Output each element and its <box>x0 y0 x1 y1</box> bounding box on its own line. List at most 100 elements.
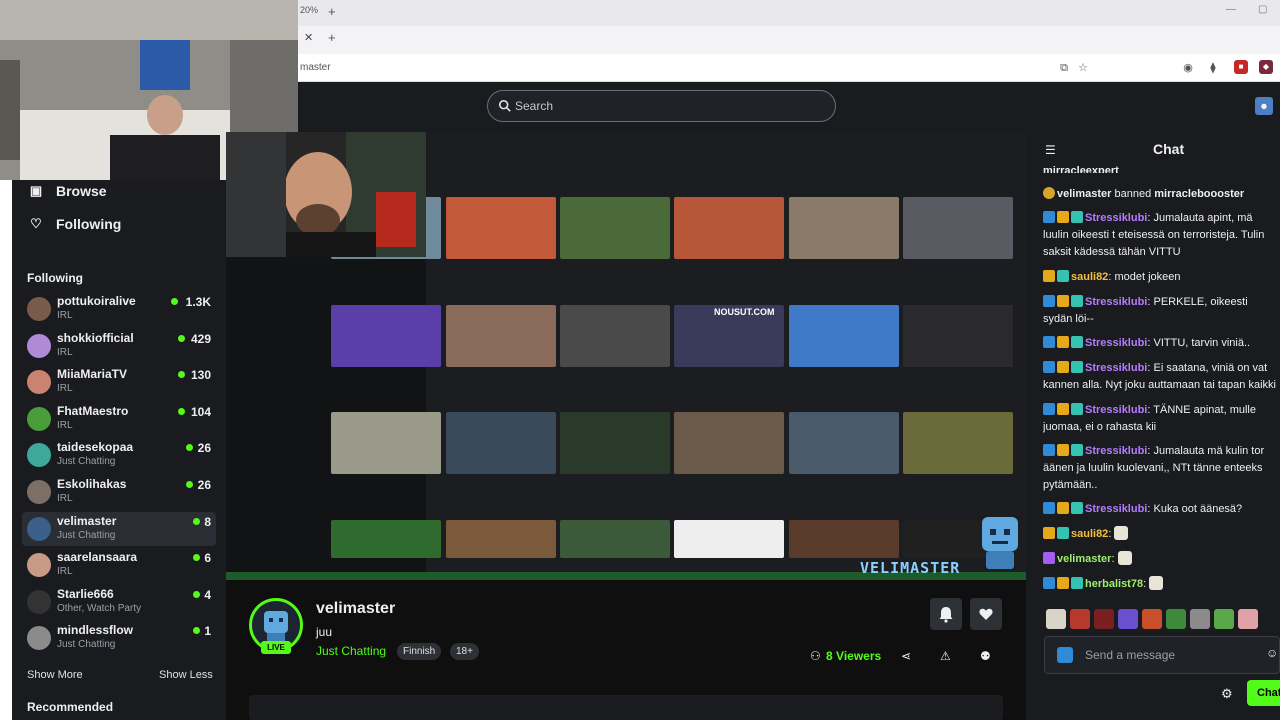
nav-following[interactable]: ♡ Following <box>28 214 121 234</box>
live-dot-icon <box>185 481 193 488</box>
tag-finnish[interactable]: Finnish <box>397 643 442 660</box>
chat-message-input[interactable] <box>1085 637 1265 673</box>
chat-badge-icon <box>1071 502 1083 514</box>
chat-settings-gear-icon[interactable]: ⚙ <box>1221 686 1233 702</box>
chat-message: sauli82: <box>1043 526 1280 543</box>
chat-username[interactable]: sauli82 <box>1071 271 1108 283</box>
channel-avatar <box>27 589 51 614</box>
chat-username[interactable]: Stressiklubi <box>1085 445 1147 457</box>
chat-username[interactable]: sauli82 <box>1071 528 1108 540</box>
streamer-name[interactable]: velimaster <box>316 600 395 618</box>
live-dot-icon <box>192 627 200 635</box>
user-avatar-icon[interactable]: ☻ <box>1255 97 1273 115</box>
chat-badge-icon <box>1043 336 1055 348</box>
emote-grey-icon[interactable] <box>1190 609 1210 629</box>
live-dot-icon <box>178 371 186 379</box>
minimize-icon[interactable]: — <box>1226 4 1236 15</box>
chat-ban-notice: mirracleexpert <box>1043 163 1280 173</box>
chat-username[interactable]: velimaster <box>1057 188 1111 200</box>
sidebar-channel-taidesekopaa[interactable]: taidesekopaa Just Chatting 26 <box>22 438 216 472</box>
restore-icon[interactable]: ▢ <box>1258 4 1267 15</box>
channel-name: pottukoiralive <box>57 294 136 308</box>
sidebar-channel-mindlessflow[interactable]: mindlessflow Just Chatting 1 <box>22 621 216 655</box>
close-tab-icon[interactable]: ✕ <box>304 31 313 44</box>
emote-orange-face-icon[interactable] <box>1142 609 1162 629</box>
sidebar-channel-fhatmaestro[interactable]: FhatMaestro IRL 104 <box>22 402 216 436</box>
chat-message: Stressiklubi: Jumalauta mä kulin tor ään… <box>1043 444 1265 491</box>
channel-name: shokkiofficial <box>57 330 134 345</box>
emote-grid-icon[interactable] <box>1118 609 1138 629</box>
channel-name: MiiaMariaTV <box>57 367 128 382</box>
star-icon[interactable]: ☆ <box>1075 60 1091 76</box>
emote-goose-icon[interactable] <box>1046 609 1066 629</box>
emote-pink-icon[interactable] <box>1238 609 1258 629</box>
nav-browse[interactable]: ▣ Browse <box>28 181 107 201</box>
sidebar-channel-miiamariatv[interactable]: MiiaMariaTV IRL 130 <box>22 365 216 399</box>
channel-avatar <box>27 516 51 541</box>
chat-input-box[interactable] <box>1044 636 1280 674</box>
extensions-icon[interactable]: ⧫ <box>1205 60 1221 76</box>
chat-username[interactable]: Stressiklubi <box>1085 212 1147 224</box>
chat-username[interactable]: velimaster <box>1057 553 1111 565</box>
extension-red-icon[interactable]: ■ <box>1234 60 1248 74</box>
emoji-icon[interactable]: ☺ <box>1266 646 1278 660</box>
chat-username[interactable]: herbalist78 <box>1085 578 1143 590</box>
screen-icon[interactable]: ⧉ <box>1056 60 1072 76</box>
following-section-title: Following <box>27 271 83 285</box>
emote-green-face-icon[interactable] <box>1214 609 1234 629</box>
sidebar-channel-starlie666[interactable]: Starlie666 Other, Watch Party 4 <box>22 585 216 619</box>
chat-message-text: banned <box>1114 188 1152 200</box>
share-icon[interactable]: ⋖ <box>901 649 911 663</box>
sidebar-channel-shokkiofficial[interactable]: shokkiofficial IRL 429 <box>22 329 216 363</box>
video-thumbnail: NOUSUT.COM <box>674 305 784 367</box>
sidebar-channel-pottukoiralive[interactable]: pottukoiralive IRL 1.3K <box>22 292 216 326</box>
follow-button[interactable] <box>970 598 1002 630</box>
emote-dark-red-icon[interactable] <box>1094 609 1114 629</box>
emote-red-face-icon[interactable] <box>1070 609 1090 629</box>
chat-message: Stressiklubi: Ei saatana, viniä on vat k… <box>1043 361 1276 391</box>
profile-icon[interactable]: ◉ <box>1180 60 1196 76</box>
emote-frog-icon[interactable] <box>1166 609 1186 629</box>
sidebar-channel-velimaster[interactable]: velimaster Just Chatting 8 <box>22 511 216 546</box>
new-tab-plus-icon[interactable]: + <box>328 30 336 45</box>
chat-message: Stressiklubi: VITTU, tarvin viniä.. <box>1043 335 1280 352</box>
chat-badge-icon <box>1071 403 1083 415</box>
chat-username[interactable]: Stressiklubi <box>1085 362 1147 374</box>
report-icon[interactable]: ⚠ <box>940 649 951 663</box>
chat-username[interactable]: Stressiklubi <box>1085 296 1147 308</box>
heart-filled-icon <box>979 608 993 620</box>
chat-username[interactable]: Stressiklubi <box>1085 337 1147 349</box>
stream-category-link[interactable]: Just Chatting <box>316 644 386 658</box>
video-thumbnail <box>674 520 784 558</box>
video-thumbnail <box>446 197 556 259</box>
bell-icon <box>939 607 953 623</box>
show-less-button[interactable]: Show Less <box>159 669 213 681</box>
chat-badge-icon <box>1057 211 1069 223</box>
notification-bell-button[interactable] <box>930 598 962 630</box>
chat-badge-icon <box>1057 527 1069 539</box>
viewer-count-label: Viewers <box>836 649 882 663</box>
chat-collapse-icon[interactable]: ☰ <box>1045 143 1056 157</box>
channel-name: taidesekopaa <box>57 440 134 455</box>
sidebar-channel-eskolihakas[interactable]: Eskolihakas IRL 26 <box>22 475 216 509</box>
new-tab-button[interactable]: + <box>328 4 336 19</box>
chat-badge-icon <box>1071 295 1083 307</box>
chat-message: Stressiklubi: TÄNNE apinat, mulle juomaa… <box>1043 403 1256 433</box>
show-more-button[interactable]: Show More <box>27 669 83 681</box>
chat-username[interactable]: Stressiklubi <box>1085 404 1147 416</box>
tag-18plus[interactable]: 18+ <box>450 643 479 660</box>
banned-username[interactable]: mirracleboooster <box>1154 188 1244 200</box>
user-add-icon[interactable]: ⚉ <box>980 649 991 663</box>
search-box[interactable] <box>487 90 836 122</box>
search-input[interactable] <box>515 91 815 121</box>
extension-badge-icon[interactable]: ◆ <box>1259 60 1273 74</box>
channel-category: IRL <box>57 310 73 321</box>
chat-username[interactable]: Stressiklubi <box>1085 503 1147 515</box>
chat-send-button[interactable]: Chat <box>1247 680 1280 706</box>
channel-category: Just Chatting <box>57 529 116 541</box>
sidebar-channel-saarelansaara[interactable]: saarelansaara IRL 6 <box>22 548 216 582</box>
banned-username[interactable]: mirracleexpert <box>1043 165 1119 173</box>
mascot-overlay-icon <box>976 513 1024 571</box>
goose-emote-icon <box>1114 526 1129 540</box>
channel-category: IRL <box>57 346 73 358</box>
